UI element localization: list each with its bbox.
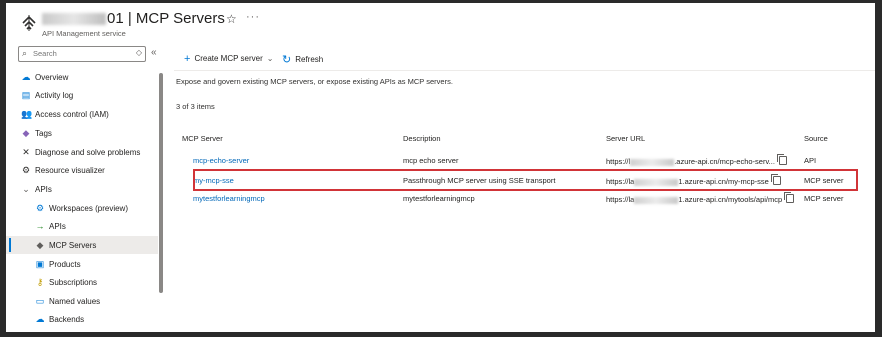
sidebar-item-label: Access control (IAM) xyxy=(35,110,109,119)
plus-icon: + xyxy=(184,53,191,65)
copy-icon[interactable] xyxy=(776,154,787,165)
search-icon: ⌕ xyxy=(22,48,28,58)
server-name-link[interactable]: mytestforlearningmcp xyxy=(193,194,265,203)
sidebar-item-label: Named values xyxy=(49,297,101,306)
server-description: mcp echo server xyxy=(403,156,459,165)
item-count: 3 of 3 items xyxy=(176,102,215,111)
server-name-link[interactable]: mcp-echo-server xyxy=(193,156,249,165)
command-bar: + Create MCP server ⌄ ↻ Refresh xyxy=(166,51,875,69)
server-source: MCP server xyxy=(804,194,844,203)
server-url-prefix: https://l xyxy=(606,157,631,166)
redacted-url xyxy=(630,158,675,166)
portal-window: 01 | MCP Servers API Management service … xyxy=(6,3,875,332)
resource-visualizer-icon: ⚙ xyxy=(21,165,31,175)
search-input[interactable] xyxy=(33,48,129,59)
page-title: 01 | MCP Servers xyxy=(42,10,225,27)
workspaces-icon: ⚙ xyxy=(35,203,45,213)
sidebar-item-backends[interactable]: ☁ Backends xyxy=(6,310,158,328)
server-url-suffix: .azure-api.cn/mcp-echo-serv... xyxy=(674,157,775,166)
column-header-description[interactable]: Description xyxy=(403,134,441,143)
sidebar-item-resource-visualizer[interactable]: ⚙ Resource visualizer xyxy=(6,161,158,179)
sidebar-item-policy-fragments[interactable]: ▭Policy fragments xyxy=(6,329,158,332)
sidebar-item-label: Products xyxy=(49,260,81,269)
api-icon: → xyxy=(35,221,45,231)
sidebar-item-label: Activity log xyxy=(35,91,74,100)
more-options-icon[interactable]: ··· xyxy=(246,11,260,23)
command-bar-divider xyxy=(174,70,875,71)
chevron-down-icon: ⌄ xyxy=(22,184,30,194)
menu-search-box[interactable]: ⌕ ◇ xyxy=(18,46,146,62)
page-description: Expose and govern existing MCP servers, … xyxy=(176,77,453,86)
refresh-label: Refresh xyxy=(295,55,324,64)
sidebar-item-label: Resource visualizer xyxy=(35,166,105,175)
people-icon: 👥 xyxy=(21,109,33,119)
blade-header: 01 | MCP Servers API Management service … xyxy=(6,3,875,41)
sidebar-item-label: APIs xyxy=(49,222,66,231)
sidebar-item-mcp-servers[interactable]: ◆ MCP Servers xyxy=(6,236,158,254)
server-url-prefix: https://la xyxy=(606,195,635,204)
sidebar-item-label: Diagnose and solve problems xyxy=(35,148,141,157)
key-icon: ⚷ xyxy=(36,277,44,287)
sidebar-item-subscriptions[interactable]: ⚷ Subscriptions xyxy=(6,273,158,291)
server-source: API xyxy=(804,156,817,165)
copy-icon[interactable] xyxy=(784,192,795,203)
sidebar-item-activity-log[interactable]: ▤ Activity log xyxy=(6,86,158,104)
refresh-button[interactable]: ↻ Refresh xyxy=(282,53,323,66)
page-title-text: 01 | MCP Servers xyxy=(107,10,225,27)
refresh-icon: ↻ xyxy=(282,54,292,66)
create-mcp-server-label: Create MCP server xyxy=(194,54,263,63)
collapse-menu-icon[interactable]: « xyxy=(151,47,157,58)
search-options-icon[interactable]: ◇ xyxy=(136,48,142,57)
highlight-box xyxy=(193,169,858,191)
backends-icon: ☁ xyxy=(35,314,45,324)
server-url: https://l .azure-api.cn/mcp-echo-serv... xyxy=(606,154,787,166)
menu-scrollbar[interactable] xyxy=(159,73,163,293)
cloud-icon: ☁ xyxy=(21,72,31,82)
sidebar-item-label: Workspaces (preview) xyxy=(49,204,128,213)
sidebar-item-overview[interactable]: ☁ Overview xyxy=(6,68,158,86)
mcp-servers-icon: ◆ xyxy=(36,240,44,250)
sidebar-item-diagnose-and-solve-problems[interactable]: ✕ Diagnose and solve problems xyxy=(6,143,158,161)
server-url-suffix: 1.azure-api.cn/mytools/api/mcp xyxy=(678,195,783,204)
sidebar-item-label: Tags xyxy=(35,129,52,138)
redacted-name xyxy=(42,13,106,26)
page-subtitle: API Management service xyxy=(42,29,126,38)
tag-icon: ◆ xyxy=(22,128,30,138)
sidebar-item-products[interactable]: ▣ Products xyxy=(6,255,158,273)
sidebar-item-apis[interactable]: ⌄ APIs xyxy=(6,180,158,198)
sidebar-item-label: APIs xyxy=(35,185,52,194)
column-header-server-url[interactable]: Server URL xyxy=(606,134,645,143)
sidebar-item-access-control-iam[interactable]: 👥 Access control (IAM) xyxy=(6,105,158,123)
server-description: mytestforlearningmcp xyxy=(403,194,475,203)
api-management-logo-icon xyxy=(22,15,36,31)
sidebar-item-apis[interactable]: → APIs xyxy=(6,217,158,235)
table-row: mcp-echo-server mcp echo server https://l.… xyxy=(176,151,866,169)
named-values-icon: ▭ xyxy=(35,296,45,306)
activity-log-icon: ▤ xyxy=(21,90,31,100)
favorite-star-icon[interactable]: ☆ xyxy=(226,12,237,26)
sidebar-item-workspaces-preview[interactable]: ⚙ Workspaces (preview) xyxy=(6,199,158,217)
column-header-source[interactable]: Source xyxy=(804,134,828,143)
sidebar-item-label: Overview xyxy=(35,73,69,82)
sidebar-item-label: MCP Servers xyxy=(49,241,97,250)
create-mcp-server-button[interactable]: + Create MCP server ⌄ xyxy=(184,53,273,65)
wrench-icon: ✕ xyxy=(22,147,30,157)
products-icon: ▣ xyxy=(35,259,45,269)
chevron-down-icon: ⌄ xyxy=(266,54,274,63)
sidebar-item-named-values[interactable]: ▭ Named values xyxy=(6,292,158,310)
redacted-url xyxy=(634,196,679,204)
sidebar-item-label: Backends xyxy=(49,315,85,324)
table-row: mytestforlearningmcp mytestforlearningmcp… xyxy=(176,189,866,207)
column-header-mcp-server[interactable]: MCP Server xyxy=(182,134,223,143)
sidebar-item-label: Subscriptions xyxy=(49,278,98,287)
sidebar-item-tags[interactable]: ◆ Tags xyxy=(6,124,158,142)
server-url: https://la 1.azure-api.cn/mytools/api/mcp xyxy=(606,192,795,204)
resource-menu: ⌕ ◇ « ☁Overview▤Activity log👥Access cont… xyxy=(6,41,166,332)
